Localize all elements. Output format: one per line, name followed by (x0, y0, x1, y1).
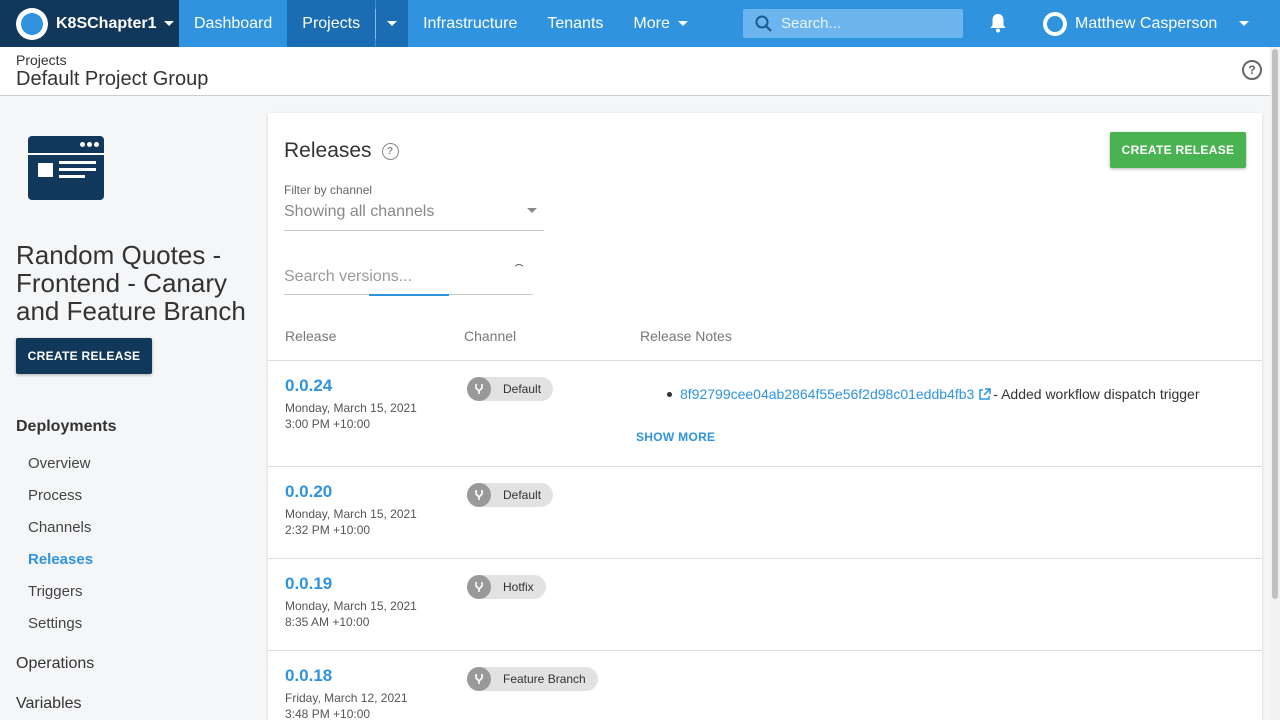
sidebar-item-triggers[interactable]: Triggers (28, 583, 82, 600)
space-name: K8SChapter1 (56, 14, 157, 32)
space-selector[interactable]: K8SChapter1 (0, 0, 179, 47)
commit-link[interactable]: 8f92799cee04ab2864f55e56f2d98c01eddb4fb3 (680, 386, 974, 402)
release-version-link[interactable]: 0.0.18 (285, 666, 332, 686)
filter-label: Filter by channel (284, 183, 373, 197)
release-note: 8f92799cee04ab2864f55e56f2d98c01eddb4fb3… (667, 386, 1200, 402)
release-date: Friday, March 12, 2021 (285, 691, 408, 705)
octopus-logo-icon (16, 7, 48, 40)
help-icon[interactable]: ? (1242, 60, 1262, 80)
release-date: Monday, March 15, 2021 (285, 507, 417, 521)
search-input[interactable] (781, 15, 951, 32)
breadcrumb-projects-link[interactable]: Projects (16, 52, 67, 68)
column-header-channel: Channel (464, 328, 517, 344)
external-link-icon[interactable] (978, 387, 992, 401)
release-date: Monday, March 15, 2021 (285, 599, 417, 613)
variables-heading[interactable]: Variables (16, 695, 82, 713)
scrollbar[interactable] (1270, 47, 1280, 720)
channel-chip: Default (467, 483, 554, 507)
channel-filter-value: Showing all channels (284, 203, 435, 220)
sidebar: Random Quotes - Frontend - Canary and Fe… (0, 97, 266, 720)
column-header-release-notes: Release Notes (640, 328, 732, 344)
release-version-link[interactable]: 0.0.19 (285, 574, 332, 594)
nav-dashboard[interactable]: Dashboard (179, 0, 287, 47)
releases-title: Releases ? (284, 139, 399, 163)
version-search (284, 263, 533, 296)
bell-icon[interactable] (989, 13, 1007, 38)
nav-more[interactable]: More (618, 0, 702, 47)
version-search-input[interactable] (284, 263, 504, 286)
divider (268, 466, 1262, 467)
page-title: Default Project Group (16, 68, 209, 90)
chevron-down-icon (1239, 21, 1250, 26)
channel-filter-select[interactable]: Showing all channels (284, 203, 544, 231)
release-time: 3:48 PM +10:00 (285, 707, 371, 720)
user-name: Matthew Casperson (1075, 14, 1218, 32)
release-version-link[interactable]: 0.0.24 (285, 376, 332, 396)
channel-chip: Feature Branch (467, 667, 598, 691)
channel-branch-icon (467, 377, 491, 401)
nav-more-label: More (633, 14, 670, 32)
focus-underline (369, 294, 449, 296)
avatar (1043, 11, 1067, 36)
nav-tenants[interactable]: Tenants (532, 0, 618, 47)
sidebar-item-channels[interactable]: Channels (28, 519, 91, 536)
user-menu[interactable]: Matthew Casperson (1043, 0, 1250, 47)
project-name: Random Quotes - Frontend - Canary and Fe… (16, 240, 246, 326)
divider (268, 650, 1262, 651)
channel-chip: Hotfix (467, 575, 546, 599)
divider (268, 360, 1262, 361)
deployments-heading[interactable]: Deployments (16, 418, 116, 436)
divider (268, 558, 1262, 559)
sidebar-item-process[interactable]: Process (28, 487, 82, 504)
projects-dropdown-button[interactable] (376, 0, 409, 47)
create-release-button[interactable]: CREATE RELEASE (1110, 132, 1246, 168)
breadcrumb: Projects Default Project Group ? (0, 47, 1270, 96)
project-logo-icon (28, 136, 104, 200)
sidebar-item-settings[interactable]: Settings (28, 615, 82, 632)
release-time: 3:00 PM +10:00 (285, 417, 371, 431)
releases-card: Releases ? CREATE RELEASE Filter by chan… (268, 113, 1262, 720)
channel-chip-label: Feature Branch (503, 672, 586, 686)
search-icon (755, 15, 772, 32)
chevron-down-icon (677, 21, 688, 26)
column-header-release: Release (285, 328, 337, 344)
sidebar-item-overview[interactable]: Overview (28, 455, 91, 472)
channel-chip-label: Default (503, 382, 542, 396)
channel-chip: Default (467, 377, 554, 401)
show-more-button[interactable]: SHOW MORE (636, 430, 715, 444)
scrollbar-thumb[interactable] (1272, 49, 1278, 599)
chevron-down-icon (164, 21, 175, 26)
channel-chip-label: Default (503, 488, 542, 502)
release-version-link[interactable]: 0.0.20 (285, 482, 332, 502)
channel-chip-label: Hotfix (503, 580, 534, 594)
channel-branch-icon (467, 483, 491, 507)
nav-infrastructure[interactable]: Infrastructure (408, 0, 532, 47)
nav-projects-group: Projects (287, 0, 409, 47)
channel-branch-icon (467, 575, 491, 599)
chevron-down-icon (527, 208, 537, 213)
operations-heading[interactable]: Operations (16, 655, 94, 673)
help-icon[interactable]: ? (381, 142, 399, 160)
bullet (667, 391, 672, 397)
releases-title-text: Releases (284, 139, 372, 162)
channel-branch-icon (467, 667, 491, 691)
nav-projects[interactable]: Projects (287, 0, 376, 47)
chevron-down-icon (387, 21, 398, 26)
release-time: 8:35 AM +10:00 (285, 615, 370, 629)
release-time: 2:32 PM +10:00 (285, 523, 371, 537)
sidebar-create-release-button[interactable]: CREATE RELEASE (16, 338, 152, 374)
release-note-text: - Added workflow dispatch trigger (993, 386, 1200, 402)
release-date: Monday, March 15, 2021 (285, 401, 417, 415)
sidebar-item-releases[interactable]: Releases (28, 551, 93, 568)
global-search (743, 9, 963, 38)
loading-spinner-icon (513, 264, 525, 276)
